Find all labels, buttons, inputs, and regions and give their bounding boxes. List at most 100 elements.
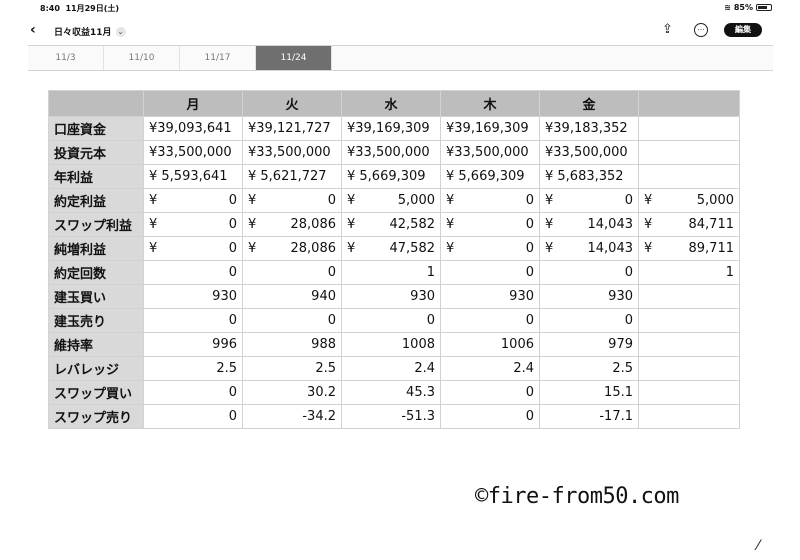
table-cell[interactable]: ¥89,711: [638, 236, 740, 261]
table-cell[interactable]: ¥39,183,352: [539, 116, 639, 141]
table-cell[interactable]: 930: [539, 284, 639, 309]
table-cell[interactable]: ¥ 5,621,727: [242, 164, 342, 189]
row-label[interactable]: レバレッジ: [48, 356, 144, 381]
table-cell[interactable]: ¥39,121,727: [242, 116, 342, 141]
row-label[interactable]: 投資元本: [48, 140, 144, 165]
table-cell[interactable]: ¥28,086: [242, 236, 342, 261]
row-label[interactable]: 約定回数: [48, 260, 144, 285]
table-cell[interactable]: 0: [143, 380, 243, 405]
back-icon[interactable]: ‹: [30, 22, 36, 38]
row-label[interactable]: スワップ買い: [48, 380, 144, 405]
column-header[interactable]: 火: [242, 90, 342, 117]
row-label[interactable]: 口座資金: [48, 116, 144, 141]
table-cell[interactable]: 2.5: [143, 356, 243, 381]
table-cell[interactable]: ¥42,582: [341, 212, 441, 237]
table-cell[interactable]: ¥0: [440, 236, 540, 261]
table-cell[interactable]: 2.4: [440, 356, 540, 381]
table-cell[interactable]: ¥33,500,000: [341, 140, 441, 165]
table-cell[interactable]: ¥ 5,683,352: [539, 164, 639, 189]
table-cell[interactable]: 45.3: [341, 380, 441, 405]
column-header[interactable]: 水: [341, 90, 441, 117]
tab-2[interactable]: 11/17: [180, 46, 256, 70]
table-cell[interactable]: ¥ 5,669,309: [440, 164, 540, 189]
table-cell[interactable]: ¥5,000: [638, 188, 740, 213]
table-cell[interactable]: ¥0: [143, 236, 243, 261]
table-cell[interactable]: 0: [143, 308, 243, 333]
row-label[interactable]: 純増利益: [48, 236, 144, 261]
tab-1[interactable]: 11/10: [104, 46, 180, 70]
row-label[interactable]: 維持率: [48, 332, 144, 357]
column-header[interactable]: 月: [143, 90, 243, 117]
table-cell[interactable]: 0: [341, 308, 441, 333]
table-cell[interactable]: ¥0: [143, 188, 243, 213]
table-cell[interactable]: ¥39,093,641: [143, 116, 243, 141]
table-cell[interactable]: [638, 140, 740, 165]
table-cell[interactable]: 0: [440, 404, 540, 429]
table-cell[interactable]: ¥33,500,000: [143, 140, 243, 165]
table-cell[interactable]: 996: [143, 332, 243, 357]
table-cell[interactable]: [638, 116, 740, 141]
table-cell[interactable]: 1: [341, 260, 441, 285]
table-cell[interactable]: 1006: [440, 332, 540, 357]
document-title[interactable]: 日々収益11月 ⌄: [54, 25, 126, 38]
row-label[interactable]: 約定利益: [48, 188, 144, 213]
table-cell[interactable]: ¥5,000: [341, 188, 441, 213]
table-cell[interactable]: ¥39,169,309: [440, 116, 540, 141]
table-cell[interactable]: 0: [539, 308, 639, 333]
table-cell[interactable]: ¥14,043: [539, 212, 639, 237]
table-cell[interactable]: 0: [143, 260, 243, 285]
table-cell[interactable]: 0: [440, 308, 540, 333]
table-cell[interactable]: [638, 404, 740, 429]
table-cell[interactable]: -34.2: [242, 404, 342, 429]
table-cell[interactable]: 2.4: [341, 356, 441, 381]
table-cell[interactable]: ¥0: [539, 188, 639, 213]
table-cell[interactable]: 930: [143, 284, 243, 309]
chevron-down-icon[interactable]: ⌄: [115, 26, 126, 37]
table-cell[interactable]: [638, 356, 740, 381]
table-cell[interactable]: 988: [242, 332, 342, 357]
row-label[interactable]: 建玉買い: [48, 284, 144, 309]
more-icon[interactable]: ···: [694, 23, 708, 37]
table-cell[interactable]: 0: [440, 260, 540, 285]
row-label[interactable]: スワップ売り: [48, 404, 144, 429]
row-label[interactable]: 年利益: [48, 164, 144, 189]
table-cell[interactable]: ¥33,500,000: [242, 140, 342, 165]
table-cell[interactable]: ¥47,582: [341, 236, 441, 261]
row-label[interactable]: 建玉売り: [48, 308, 144, 333]
table-cell[interactable]: 0: [143, 404, 243, 429]
table-cell[interactable]: -51.3: [341, 404, 441, 429]
table-cell[interactable]: [638, 380, 740, 405]
tab-0[interactable]: 11/3: [28, 46, 104, 70]
table-cell[interactable]: 30.2: [242, 380, 342, 405]
table-cell[interactable]: 930: [440, 284, 540, 309]
table-cell[interactable]: 979: [539, 332, 639, 357]
table-cell[interactable]: ¥0: [242, 188, 342, 213]
table-cell[interactable]: ¥0: [440, 188, 540, 213]
table-cell[interactable]: ¥33,500,000: [440, 140, 540, 165]
table-cell[interactable]: ¥0: [143, 212, 243, 237]
table-cell[interactable]: 0: [242, 260, 342, 285]
table-cell[interactable]: [638, 308, 740, 333]
table-cell[interactable]: ¥0: [440, 212, 540, 237]
column-header[interactable]: 木: [440, 90, 540, 117]
table-cell[interactable]: ¥28,086: [242, 212, 342, 237]
table-cell[interactable]: 940: [242, 284, 342, 309]
table-cell[interactable]: 1: [638, 260, 740, 285]
table-cell[interactable]: 1008: [341, 332, 441, 357]
table-cell[interactable]: ¥39,169,309: [341, 116, 441, 141]
column-header[interactable]: 金: [539, 90, 639, 117]
table-cell[interactable]: 15.1: [539, 380, 639, 405]
table-cell[interactable]: -17.1: [539, 404, 639, 429]
table-cell[interactable]: ¥33,500,000: [539, 140, 639, 165]
row-label[interactable]: スワップ利益: [48, 212, 144, 237]
table-cell[interactable]: [638, 164, 740, 189]
table-cell[interactable]: 0: [242, 308, 342, 333]
tab-3[interactable]: 11/24: [256, 46, 332, 70]
edit-button[interactable]: 編集: [724, 23, 762, 37]
table-cell[interactable]: 2.5: [539, 356, 639, 381]
column-header[interactable]: [48, 90, 144, 117]
table-cell[interactable]: [638, 284, 740, 309]
table-cell[interactable]: [638, 332, 740, 357]
table-cell[interactable]: 0: [539, 260, 639, 285]
table-cell[interactable]: ¥ 5,593,641: [143, 164, 243, 189]
